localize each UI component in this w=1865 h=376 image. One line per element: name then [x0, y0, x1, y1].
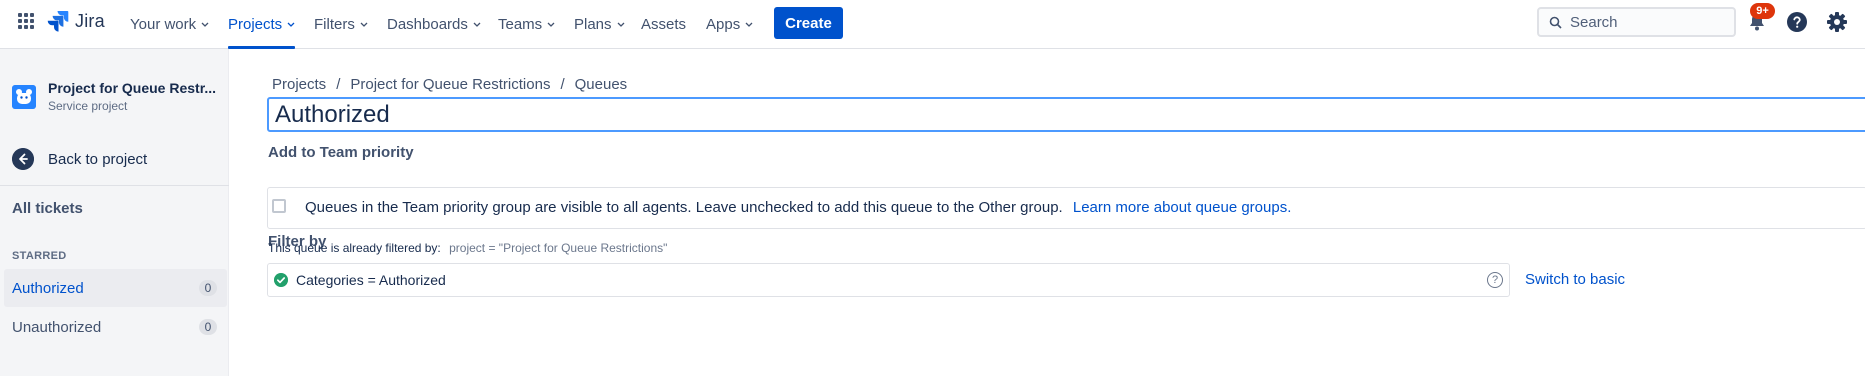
learn-more-link[interactable]: Learn more about queue groups.: [1073, 199, 1292, 216]
chevron-down-icon: [287, 22, 295, 27]
chevron-down-icon: [745, 22, 753, 27]
team-priority-checkbox[interactable]: [272, 199, 286, 213]
project-sidebar: Project for Queue Restr... Service proje…: [0, 49, 229, 376]
nav-label: Dashboards: [387, 16, 468, 33]
breadcrumb-queues[interactable]: Queues: [575, 76, 628, 93]
top-navigation: Jira Your work Projects Filters Dashboar…: [0, 0, 1865, 49]
search-box[interactable]: [1537, 7, 1736, 37]
help-icon[interactable]: [1786, 11, 1808, 33]
brand-name: Jira: [75, 10, 105, 31]
jql-help-icon[interactable]: ?: [1487, 272, 1503, 288]
project-avatar-icon: [12, 85, 36, 109]
nav-label: Projects: [228, 16, 283, 33]
nav-your-work[interactable]: Your work: [130, 0, 209, 49]
app-switcher-icon[interactable]: [17, 12, 35, 30]
jql-query-text: Categories = Authorized: [296, 272, 446, 288]
chevron-down-icon: [617, 22, 624, 27]
queue-item-authorized[interactable]: Authorized 0: [4, 269, 227, 307]
nav-label: Apps: [706, 16, 741, 33]
project-header[interactable]: Project for Queue Restr... Service proje…: [12, 80, 216, 113]
sidebar-divider: [0, 185, 229, 186]
all-tickets-link[interactable]: All tickets: [12, 200, 83, 217]
nav-label: Teams: [498, 16, 543, 33]
nav-label: Plans: [574, 16, 612, 33]
chevron-down-icon: [547, 22, 555, 27]
team-priority-heading: Add to Team priority: [268, 144, 414, 161]
nav-label: Your work: [130, 16, 197, 33]
existing-filter-label: This queue is already filtered by:: [268, 241, 441, 255]
team-priority-description: Queues in the Team priority group are vi…: [305, 199, 1291, 216]
search-icon: [1549, 16, 1562, 29]
nav-filters[interactable]: Filters: [314, 0, 368, 49]
queue-label: Authorized: [12, 279, 84, 297]
create-button[interactable]: Create: [774, 7, 843, 39]
breadcrumb-separator: /: [560, 76, 565, 93]
nav-plans[interactable]: Plans: [574, 0, 625, 49]
nav-projects[interactable]: Projects: [228, 0, 296, 49]
breadcrumb: Projects / Project for Queue Restriction…: [272, 76, 627, 93]
jira-logo[interactable]: Jira: [47, 9, 105, 33]
jira-logo-icon: [47, 11, 69, 32]
chevron-down-icon: [360, 22, 368, 27]
breadcrumb-project[interactable]: Project for Queue Restrictions: [350, 76, 550, 93]
back-to-project-link[interactable]: Back to project: [12, 148, 147, 170]
starred-heading: STARRED: [12, 250, 67, 262]
queue-count: 0: [199, 280, 217, 296]
team-priority-text: Queues in the Team priority group are vi…: [305, 199, 1063, 216]
project-name: Project for Queue Restr...: [48, 80, 217, 96]
nav-label: Assets: [641, 16, 687, 33]
queue-label: Unauthorized: [12, 318, 102, 336]
project-type: Service project: [48, 99, 128, 113]
valid-check-icon: [274, 273, 288, 287]
jql-query-field[interactable]: Categories = Authorized ?: [267, 263, 1510, 297]
existing-filter-note: This queue is already filtered by: proje…: [268, 241, 667, 255]
nav-apps[interactable]: Apps: [706, 0, 753, 49]
notification-badge: 9+: [1750, 3, 1775, 19]
breadcrumb-projects[interactable]: Projects: [272, 76, 326, 93]
queue-name-input[interactable]: [267, 97, 1865, 132]
nav-teams[interactable]: Teams: [498, 0, 555, 49]
queue-count: 0: [199, 319, 217, 335]
back-label: Back to project: [48, 150, 148, 168]
queue-item-unauthorized[interactable]: Unauthorized 0: [4, 308, 227, 346]
nav-label: Filters: [314, 16, 355, 33]
switch-to-basic-link[interactable]: Switch to basic: [1525, 271, 1625, 288]
back-arrow-icon: [12, 148, 34, 170]
existing-filter-query: project = "Project for Queue Restriction…: [449, 241, 668, 255]
settings-gear-icon[interactable]: [1826, 11, 1848, 33]
nav-dashboards[interactable]: Dashboards: [387, 0, 481, 49]
queue-editor: Projects / Project for Queue Restriction…: [229, 49, 1865, 376]
chevron-down-icon: [473, 22, 481, 27]
chevron-down-icon: [201, 22, 209, 27]
breadcrumb-separator: /: [336, 76, 341, 93]
nav-assets[interactable]: Assets: [641, 0, 686, 49]
search-input[interactable]: [1570, 13, 1720, 31]
